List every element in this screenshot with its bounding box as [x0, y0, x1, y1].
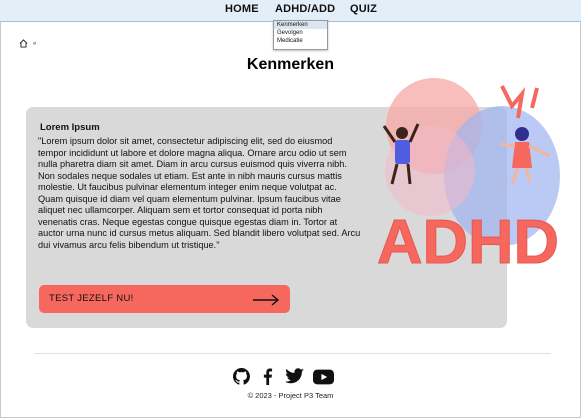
test-yourself-button[interactable]: TEST JEZELF NU!	[39, 285, 290, 313]
facebook-icon[interactable]	[259, 368, 276, 390]
social-links	[233, 368, 334, 390]
nav-adhd-add[interactable]: ADHD/ADD	[275, 3, 335, 15]
footer-divider	[34, 353, 551, 354]
dropdown-item-medicatie[interactable]: Medicatie	[274, 37, 327, 45]
top-navbar: HOME ADHD/ADD QUIZ	[0, 0, 581, 22]
adhd-dropdown-menu: Kenmerken Gevolgen Medicatie	[273, 20, 328, 50]
illustration-adhd-text: ADHD	[377, 208, 559, 271]
adhd-illustration: ADHD	[372, 76, 562, 278]
card-heading: Lorem Ipsum	[40, 122, 100, 133]
breadcrumb-separator: «	[33, 40, 37, 47]
youtube-icon[interactable]	[313, 369, 334, 390]
test-yourself-label: TEST JEZELF NU!	[49, 293, 134, 304]
breadcrumb: «	[19, 39, 36, 48]
home-icon[interactable]	[19, 39, 28, 48]
copyright-text: © 2023 - Project P3 Team	[247, 391, 334, 400]
twitter-icon[interactable]	[285, 368, 304, 390]
nav-home[interactable]: HOME	[225, 3, 259, 15]
dropdown-item-gevolgen[interactable]: Gevolgen	[274, 29, 327, 37]
dropdown-item-kenmerken[interactable]: Kenmerken	[274, 21, 327, 29]
github-icon[interactable]	[233, 368, 250, 390]
card-body-text: "Lorem ipsum dolor sit amet, consectetur…	[38, 136, 361, 250]
arrow-right-icon	[252, 293, 280, 311]
page-title: Kenmerken	[246, 56, 335, 73]
nav-quiz[interactable]: QUIZ	[350, 3, 377, 15]
